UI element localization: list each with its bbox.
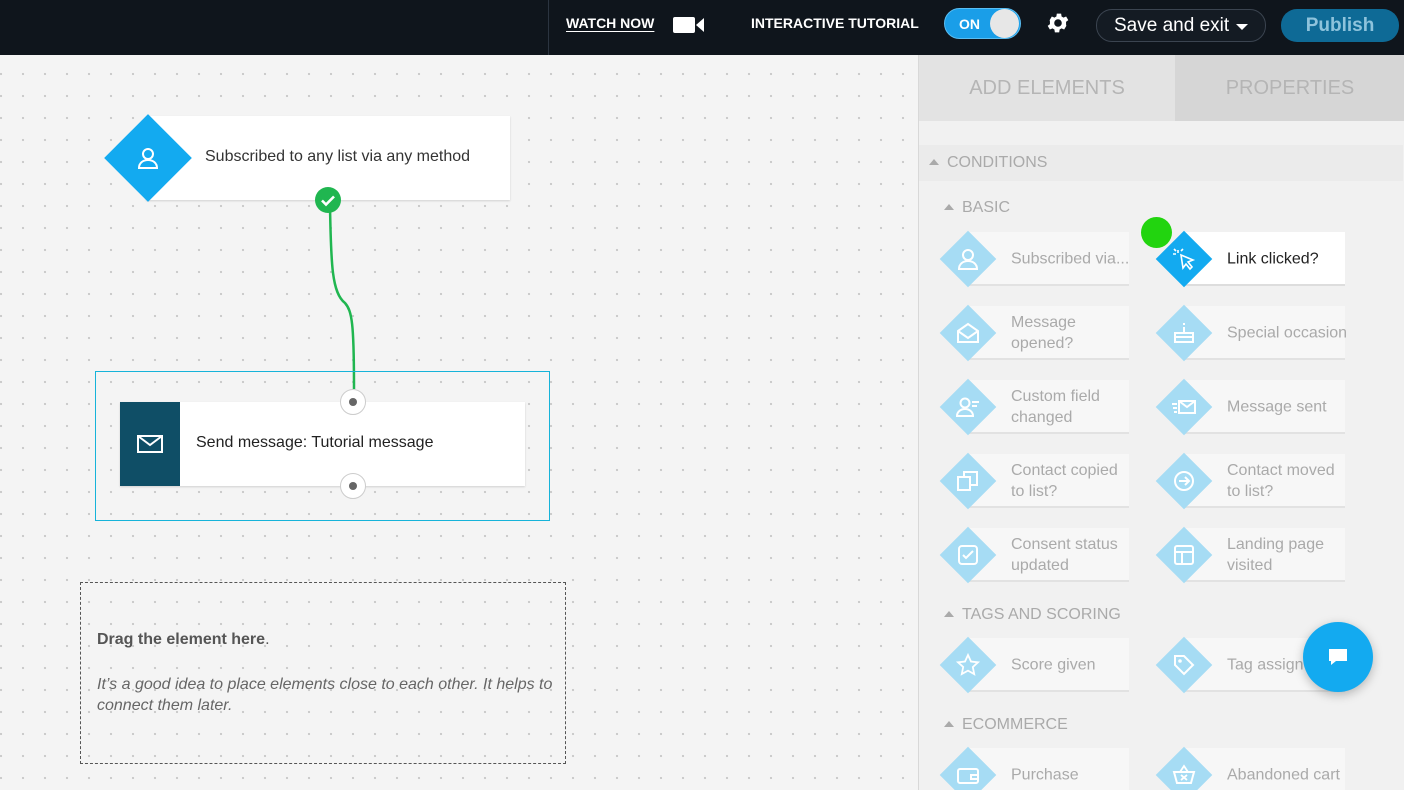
element-label: Message opened? xyxy=(1011,314,1076,352)
element-label: Landing page visited xyxy=(1227,536,1324,574)
element-abandoned-cart[interactable]: Abandoned cart xyxy=(1155,746,1345,790)
envelope-icon xyxy=(137,435,163,453)
element-contact-moved[interactable]: Contact moved to list? xyxy=(1155,452,1345,510)
interactive-tutorial-label: INTERACTIVE TUTORIAL xyxy=(751,15,919,31)
element-message-opened[interactable]: Message opened? xyxy=(939,304,1129,362)
element-consent-status[interactable]: Consent status updated xyxy=(939,526,1129,584)
element-label: Abandoned cart xyxy=(1227,766,1340,784)
element-purchase[interactable]: Purchase xyxy=(939,746,1129,790)
element-label: Link clicked? xyxy=(1227,250,1319,268)
element-link-clicked[interactable]: Link clicked? xyxy=(1155,230,1345,288)
collapse-triangle-icon xyxy=(944,611,954,617)
chat-button[interactable] xyxy=(1303,622,1373,692)
send-message-node[interactable]: Send message: Tutorial message xyxy=(120,402,525,486)
element-label: Score given xyxy=(1011,656,1096,674)
send-envelope-icon xyxy=(1172,400,1196,414)
element-score-given[interactable]: Score given xyxy=(939,636,1129,694)
message-node-title: Send message: Tutorial message xyxy=(196,434,434,451)
user-icon xyxy=(137,148,159,169)
collapse-triangle-icon xyxy=(944,204,954,210)
check-circle-icon[interactable] xyxy=(314,186,342,214)
cart-x-icon xyxy=(1172,764,1196,784)
tab-add-elements[interactable]: ADD ELEMENTS xyxy=(919,55,1175,121)
element-landing-page[interactable]: Landing page visited xyxy=(1155,526,1345,584)
element-label: Consent status updated xyxy=(1011,536,1118,574)
top-bar: WATCH NOW INTERACTIVE TUTORIAL ON Save a… xyxy=(0,0,1404,55)
cake-icon xyxy=(1174,323,1194,343)
element-label: Special occasion xyxy=(1227,324,1348,342)
layout-icon xyxy=(1174,545,1194,565)
collapse-triangle-icon xyxy=(929,159,939,165)
tutorial-toggle[interactable]: ON xyxy=(944,8,1021,39)
caret-down-icon xyxy=(1236,24,1248,30)
input-port[interactable] xyxy=(340,389,366,415)
element-contact-copied[interactable]: Contact copied to list? xyxy=(939,452,1129,510)
toggle-state-label: ON xyxy=(959,16,980,32)
save-and-exit-button[interactable]: Save and exit xyxy=(1096,9,1266,42)
tag-icon xyxy=(1174,655,1195,676)
video-camera-icon[interactable] xyxy=(672,14,706,36)
drop-zone[interactable]: Drag the element here. It’s a good idea … xyxy=(80,582,566,764)
tab-properties[interactable]: PROPERTIES xyxy=(1175,55,1404,121)
drop-zone-hint: It’s a good idea to place elements close… xyxy=(97,676,553,714)
user-edit-icon xyxy=(955,397,979,417)
section-conditions: CONDITIONS xyxy=(929,154,1047,172)
wallet-icon xyxy=(957,768,979,784)
section-tags-and-scoring[interactable]: TAGS AND SCORING xyxy=(944,606,1121,624)
element-label: Contact copied to list? xyxy=(1011,462,1118,500)
drop-zone-title: Drag the element here. xyxy=(97,631,270,648)
open-envelope-icon xyxy=(957,322,979,343)
element-label: Purchase xyxy=(1011,766,1079,784)
save-and-exit-label: Save and exit xyxy=(1114,15,1230,36)
element-label: Subscribed via... xyxy=(1011,250,1130,268)
arrow-circle-icon xyxy=(1174,471,1194,491)
watch-now-link[interactable]: WATCH NOW xyxy=(566,15,654,31)
conditions-header[interactable]: CONDITIONS xyxy=(919,145,1403,181)
workflow-canvas[interactable]: Subscribed to any list via any method Se… xyxy=(0,55,918,790)
cursor-click-icon xyxy=(1173,248,1196,271)
element-special-occasion[interactable]: Special occasion xyxy=(1155,304,1347,362)
chat-bubble-icon xyxy=(1329,649,1347,665)
toggle-knob xyxy=(990,9,1019,38)
element-label: Contact moved to list? xyxy=(1227,462,1335,500)
copy-icon xyxy=(957,471,978,491)
element-message-sent[interactable]: Message sent xyxy=(1155,378,1345,436)
element-label: Message sent xyxy=(1227,398,1327,416)
element-subscribed-via[interactable]: Subscribed via... xyxy=(939,230,1129,288)
section-basic[interactable]: BASIC xyxy=(944,199,1010,217)
topbar-divider xyxy=(548,0,549,55)
section-ecommerce[interactable]: ECOMMERCE xyxy=(944,716,1068,734)
user-icon xyxy=(957,249,979,270)
collapse-triangle-icon xyxy=(944,721,954,727)
message-node-icon-box xyxy=(120,402,180,486)
star-icon xyxy=(955,652,981,676)
gear-icon[interactable] xyxy=(1045,10,1071,36)
start-node-title: Subscribed to any list via any method xyxy=(205,148,471,165)
element-custom-field-changed[interactable]: Custom field changed xyxy=(939,378,1129,436)
tutorial-hotspot[interactable] xyxy=(1141,217,1172,248)
element-label: Custom field changed xyxy=(1011,388,1100,426)
output-port[interactable] xyxy=(340,473,366,499)
checkbox-icon xyxy=(958,545,978,565)
publish-button[interactable]: Publish xyxy=(1281,9,1399,42)
